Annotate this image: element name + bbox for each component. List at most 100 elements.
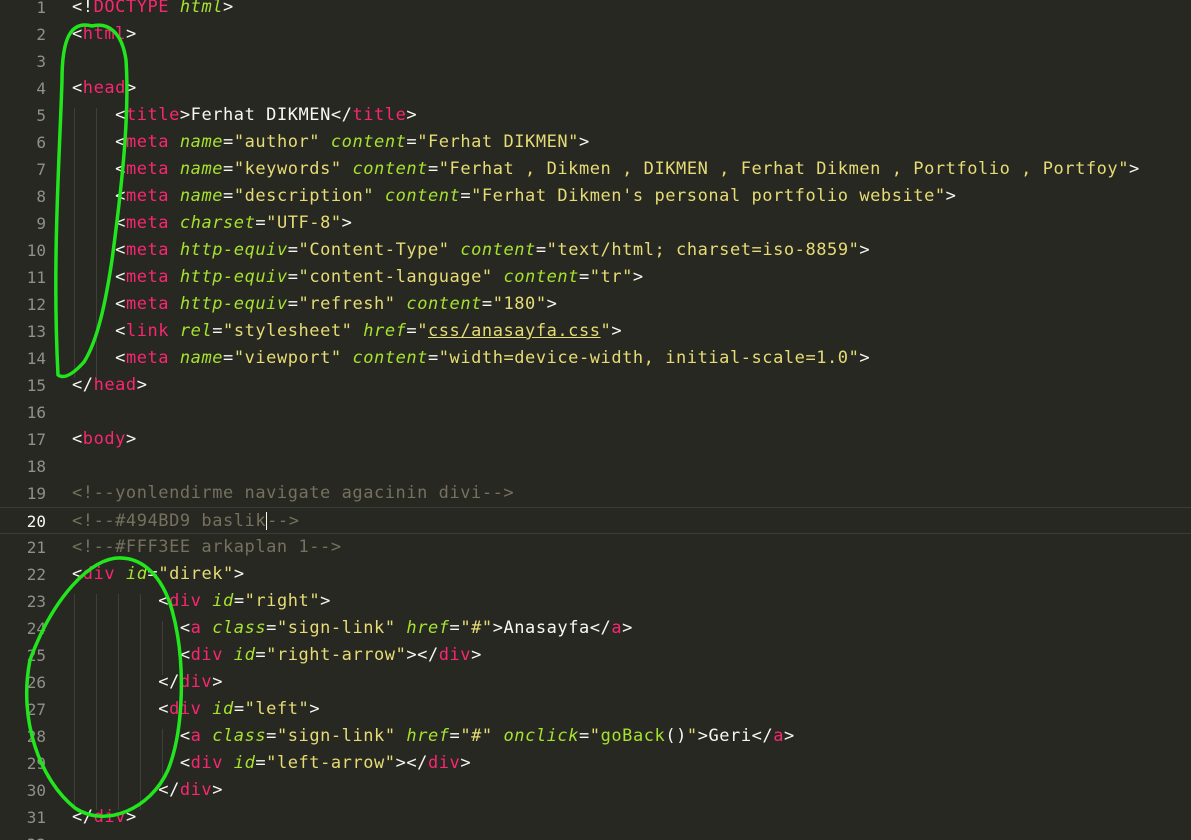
code-token: "left" [244,699,310,719]
line-code: <meta name="viewport" content="width=dev… [72,345,870,372]
line-number: 9 [36,214,46,233]
code-token: "Ferhat DIKMEN" [417,132,579,152]
code-line[interactable]: 9 <meta charset="UTF-8"> [0,210,1191,237]
indent-guide [74,108,75,378]
code-token: div [82,564,116,584]
code-token: "width=device-width, initial-scale=1.0" [438,348,860,368]
code-line[interactable]: 28 <a class="sign-link" href="#" onclick… [0,723,1191,750]
code-line[interactable]: 25 <div id="right-arrow"></div> [0,642,1191,669]
line-number: 8 [36,187,46,206]
code-line[interactable]: 23 <div id="right"> [0,588,1191,615]
line-code: <meta http-equiv="content-language" cont… [72,264,644,291]
code-line[interactable]: 2 <html> [0,21,1191,48]
code-line[interactable]: 4 <head> [0,75,1191,102]
code-line[interactable]: 12 <meta http-equiv="refresh" content="1… [0,291,1191,318]
code-line[interactable]: 32 [0,831,1191,840]
code-token: meta [125,213,170,233]
code-token: "sign-link" [276,618,396,638]
code-line[interactable]: 20 <!--#494BD9 baslik--> [0,507,1191,534]
code-token: <! [72,0,94,17]
code-line[interactable]: 30 </div> [0,777,1191,804]
code-line[interactable]: 24 <a class="sign-link" href="#">Anasayf… [0,615,1191,642]
code-token: div [190,645,223,665]
line-number: 21 [26,538,46,557]
line-number: 16 [26,403,46,422]
code-line[interactable]: 31 </div> [0,804,1191,831]
indent-guide [96,108,97,378]
code-token: = [406,321,418,341]
code-token: = [427,159,439,179]
code-line[interactable]: 7 <meta name="keywords" content="Ferhat … [0,156,1191,183]
line-code: <meta name="keywords" content="Ferhat , … [72,156,1140,183]
code-editor[interactable]: 1 <!DOCTYPE html> 2 <html> 3 4 <head> 5 <title>… [0,0,1191,840]
line-number: 17 [26,430,46,449]
code-line[interactable]: 5 <title>Ferhat DIKMEN</title> [0,102,1191,129]
line-number: 2 [36,25,46,44]
code-token: > [859,240,871,260]
code-line[interactable]: 22 <div id="direk"> [0,561,1191,588]
line-number: 3 [36,52,46,71]
code-line[interactable]: 16 [0,399,1191,426]
code-line[interactable]: 14 <meta name="viewport" content="width=… [0,345,1191,372]
code-token: = [287,294,299,314]
code-line[interactable]: 3 [0,48,1191,75]
line-code: <meta charset="UTF-8"> [72,210,352,237]
code-token: > [309,699,321,719]
code-token: content [352,348,428,368]
code-token: "#" [460,726,493,746]
code-token: < [72,78,83,98]
code-token: title [352,105,407,125]
code-token: < [72,24,83,44]
code-token: title [125,105,180,125]
code-token: <!--yonlendirme navigate agacinin divi--… [72,483,515,503]
code-token: = [460,186,472,206]
code-token: = [449,618,461,638]
code-line[interactable]: 8 <meta name="description" content="Ferh… [0,183,1191,210]
code-token: href [363,321,407,341]
code-token: "description" [233,186,375,206]
code-line[interactable]: 13 <link rel="stylesheet" href="css/anas… [0,318,1191,345]
code-line[interactable]: 11 <meta http-equiv="content-language" c… [0,264,1191,291]
code-token: = [287,240,299,260]
code-line[interactable]: 1 <!DOCTYPE html> [0,0,1191,21]
code-line[interactable]: 17 <body> [0,426,1191,453]
code-token: < [72,591,170,611]
code-line[interactable]: 6 <meta name="author" content="Ferhat DI… [0,129,1191,156]
code-line[interactable]: 27 <div id="left"> [0,696,1191,723]
code-token: = [212,321,224,341]
code-token: div [179,780,213,800]
code-line[interactable]: 15 </head> [0,372,1191,399]
code-token: < [72,348,126,368]
line-number: 26 [26,673,46,692]
code-line[interactable]: 21 <!--#FFF3EE arkaplan 1--> [0,534,1191,561]
code-token: > [578,132,590,152]
code-line[interactable]: 18 [0,453,1191,480]
line-number: 28 [26,727,46,746]
code-token: id [125,564,148,584]
code-token: < [72,132,126,152]
code-token: "Content-Type" [298,240,450,260]
code-line[interactable]: 10 <meta http-equiv="Content-Type" conte… [0,237,1191,264]
code-token: < [72,726,191,746]
code-line[interactable]: 19 <!--yonlendirme navigate agacinin divi… [0,480,1191,507]
line-number: 1 [36,0,46,17]
code-line[interactable]: 29 <div id="left-arrow"></div> [0,750,1191,777]
code-line[interactable]: 26 </div> [0,669,1191,696]
code-token: class [212,726,267,746]
code-token: id [212,591,234,611]
code-token: name [179,348,224,368]
line-number: 32 [0,831,46,840]
code-token: = [147,564,159,584]
line-number: 18 [26,457,46,476]
code-token: = [255,753,267,773]
